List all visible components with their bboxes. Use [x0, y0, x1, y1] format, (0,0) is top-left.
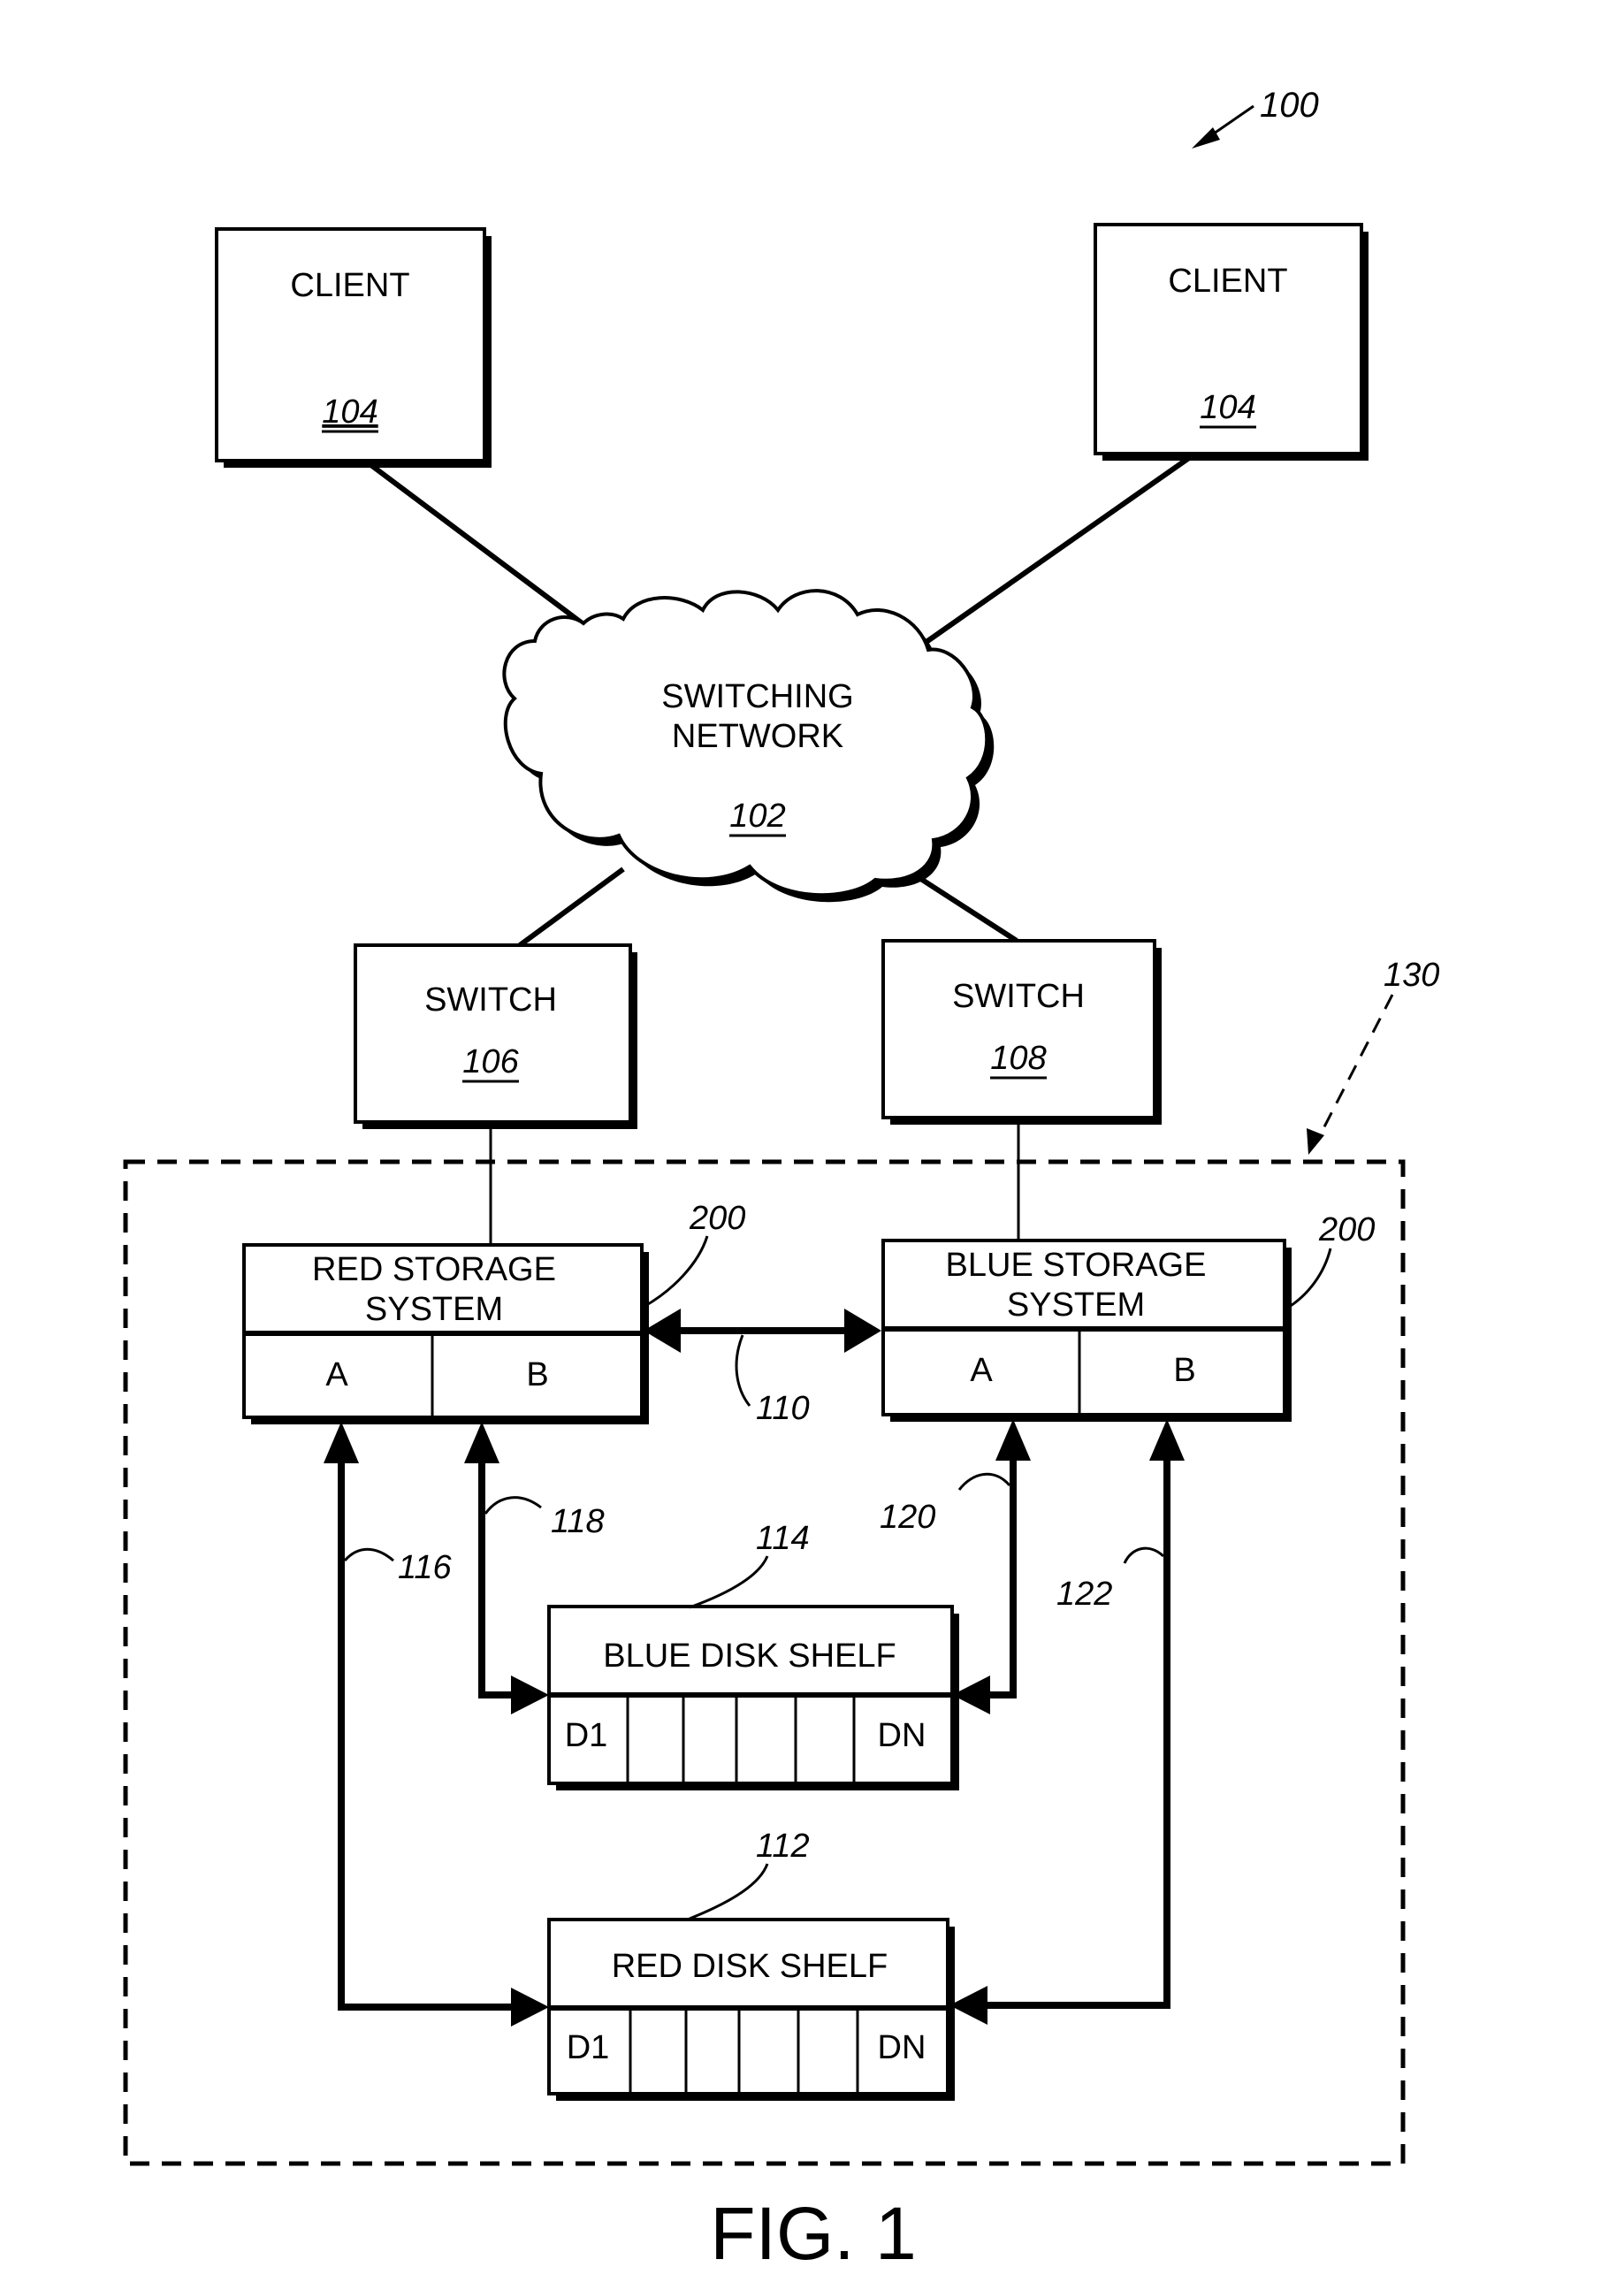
red-disk-shelf-ref-leader	[689, 1863, 769, 1920]
blue-disk-shelf-ref: 114	[756, 1520, 810, 1557]
switch-106-ref: 106	[462, 1043, 519, 1080]
blue-disk-shelf: BLUE DISK SHELF D1 DN 114	[547, 1520, 959, 1790]
link-116-arrow-right	[511, 1988, 549, 2027]
link-122-arrow-up	[1149, 1419, 1185, 1461]
red-storage-port-b: B	[526, 1356, 548, 1393]
link-116-arrow-up	[324, 1422, 359, 1463]
blue-storage-label-line1: BLUE STORAGE	[946, 1247, 1207, 1284]
blue-storage-port-b: B	[1173, 1352, 1195, 1389]
red-disk-shelf-ref: 112	[756, 1828, 810, 1865]
link-122-ref: 122	[1056, 1576, 1112, 1613]
blue-storage-label-line2: SYSTEM	[1007, 1286, 1145, 1324]
client-right: CLIENT 104	[1094, 223, 1369, 461]
link-client-right-network	[913, 451, 1197, 653]
cluster-ref: 130	[1384, 957, 1439, 994]
client-left: CLIENT 104	[215, 227, 492, 468]
link-120-ref-leader	[957, 1472, 1011, 1491]
red-storage-system: RED STORAGE SYSTEM A B 200	[242, 1200, 745, 1424]
figure-reference: 100	[1192, 86, 1319, 149]
switch-106-label: SWITCH	[424, 981, 557, 1019]
red-storage-label-line2: SYSTEM	[365, 1291, 503, 1328]
figure-reference-number: 100	[1260, 86, 1319, 125]
switching-network-cloud: SWITCHING NETWORK 102	[502, 589, 995, 903]
interconnect-ref: 110	[756, 1390, 810, 1427]
blue-disk-shelf-label: BLUE DISK SHELF	[603, 1637, 896, 1675]
switch-106: SWITCH 106	[354, 943, 637, 1129]
red-storage-ref: 200	[689, 1200, 745, 1237]
red-disk-shelf-label: RED DISK SHELF	[612, 1948, 888, 1985]
link-120-line	[988, 1461, 1017, 1698]
link-118-arrow-right	[511, 1676, 549, 1714]
link-122-arrow-left	[949, 1986, 987, 2025]
link-116-line	[338, 1463, 513, 2011]
network-ref: 102	[729, 798, 785, 835]
blue-disk-last: DN	[878, 1717, 926, 1754]
link-network-switch-106	[518, 866, 625, 948]
link-122-ref-leader	[1123, 1546, 1165, 1564]
client-right-label: CLIENT	[1168, 263, 1287, 300]
switch-106-box	[354, 943, 632, 1124]
blue-storage-ref: 200	[1318, 1211, 1375, 1248]
red-storage-label-line1: RED STORAGE	[312, 1251, 556, 1288]
link-network-switch-108	[918, 875, 1018, 943]
link-118-ref-leader	[484, 1496, 542, 1515]
link-122: 122	[949, 1419, 1185, 2025]
link-120-ref: 120	[880, 1499, 935, 1536]
link-116-ref: 116	[398, 1549, 452, 1586]
cluster-ref-leader	[1315, 994, 1394, 1141]
switch-108-ref: 108	[990, 1040, 1046, 1077]
link-118-arrow-up	[464, 1422, 499, 1463]
interconnect-ref-leader	[735, 1334, 751, 1407]
link-116: 116	[324, 1422, 549, 2027]
network-storage-diagram: 100 CLIENT 104 CLIENT 104 SWITCHING NETW…	[123, 86, 1439, 2275]
red-disk-shelf: RED DISK SHELF D1 DN 112	[547, 1828, 955, 2101]
interconnect-arrow-left	[644, 1309, 681, 1353]
client-right-ref: 104	[1200, 389, 1255, 426]
interconnect-arrow-right	[844, 1309, 881, 1353]
blue-disk-shelf-ref-leader	[689, 1555, 769, 1609]
link-116-ref-leader	[343, 1547, 394, 1562]
blue-storage-port-a: A	[970, 1352, 993, 1389]
network-label-line1: SWITCHING	[661, 678, 853, 715]
switch-108: SWITCH 108	[881, 939, 1162, 1125]
blue-storage-system: BLUE STORAGE SYSTEM A B 200	[881, 1211, 1375, 1422]
switch-108-label: SWITCH	[952, 978, 1085, 1015]
red-disk-first: D1	[567, 2029, 610, 2066]
link-120-arrow-up	[995, 1419, 1031, 1461]
link-client-left-network	[363, 458, 592, 632]
switch-108-box	[881, 939, 1156, 1119]
link-118-ref: 118	[551, 1503, 605, 1540]
blue-disk-first: D1	[565, 1717, 608, 1754]
client-left-label: CLIENT	[290, 267, 409, 304]
reference-arrow-head	[1192, 127, 1220, 149]
cluster-ref-arrowhead	[1307, 1128, 1324, 1155]
red-disk-last: DN	[878, 2029, 926, 2066]
network-label-line2: NETWORK	[672, 718, 843, 755]
red-storage-ref-leader	[643, 1235, 709, 1309]
blue-storage-ref-leader	[1285, 1248, 1332, 1310]
interconnect-110: 110	[644, 1309, 881, 1427]
red-storage-port-a: A	[325, 1356, 348, 1393]
cluster-reference: 130	[1307, 957, 1439, 1155]
figure-title: FIG. 1	[710, 2192, 916, 2275]
client-left-ref: 104	[322, 393, 377, 431]
